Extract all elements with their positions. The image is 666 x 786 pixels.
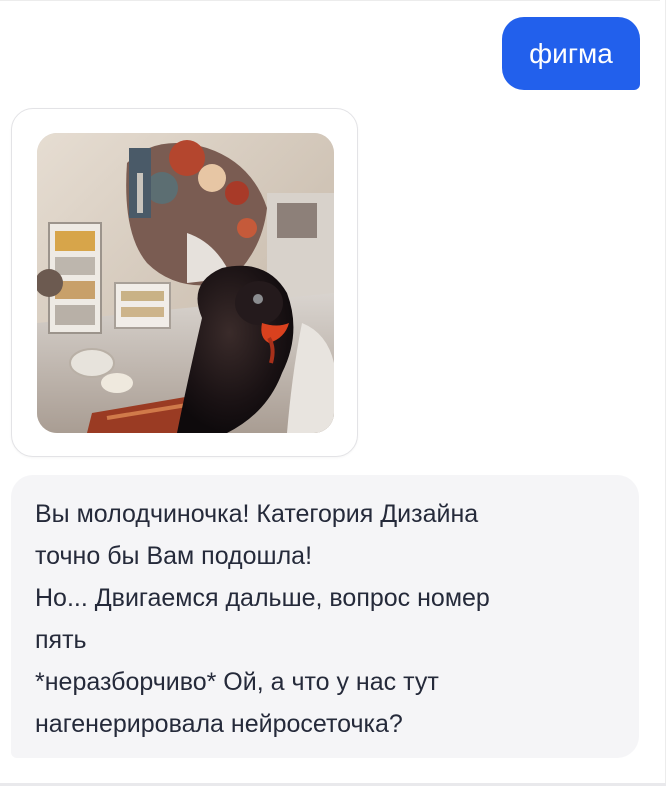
chat-screen: фигма Вы молодчиночка! Категория Дизайна… xyxy=(0,0,666,786)
incoming-message-line-3: Но... Двигаемся дальше, вопрос номер xyxy=(35,584,490,612)
incoming-message-line-5: *неразборчиво* Ой, а что у нас тут xyxy=(35,668,439,696)
incoming-message-line-1: Вы молодчиночка! Категория Дизайна xyxy=(35,500,479,528)
incoming-message-line-4: пять xyxy=(35,626,87,654)
image-message-card[interactable] xyxy=(11,108,358,457)
outgoing-message-text: фигма xyxy=(529,38,613,69)
incoming-message-bubble[interactable]: Вы молодчиночка! Категория Дизайна точно… xyxy=(11,475,639,758)
top-divider xyxy=(0,0,660,1)
incoming-message-line-6: нагенерировала нейросеточка? xyxy=(35,710,403,738)
generated-image-turkey-icon xyxy=(37,133,334,433)
generated-image[interactable] xyxy=(37,133,334,433)
incoming-message-line-2: точно бы Вам подошла! xyxy=(35,542,313,570)
outgoing-message-bubble[interactable]: фигма xyxy=(502,17,640,90)
